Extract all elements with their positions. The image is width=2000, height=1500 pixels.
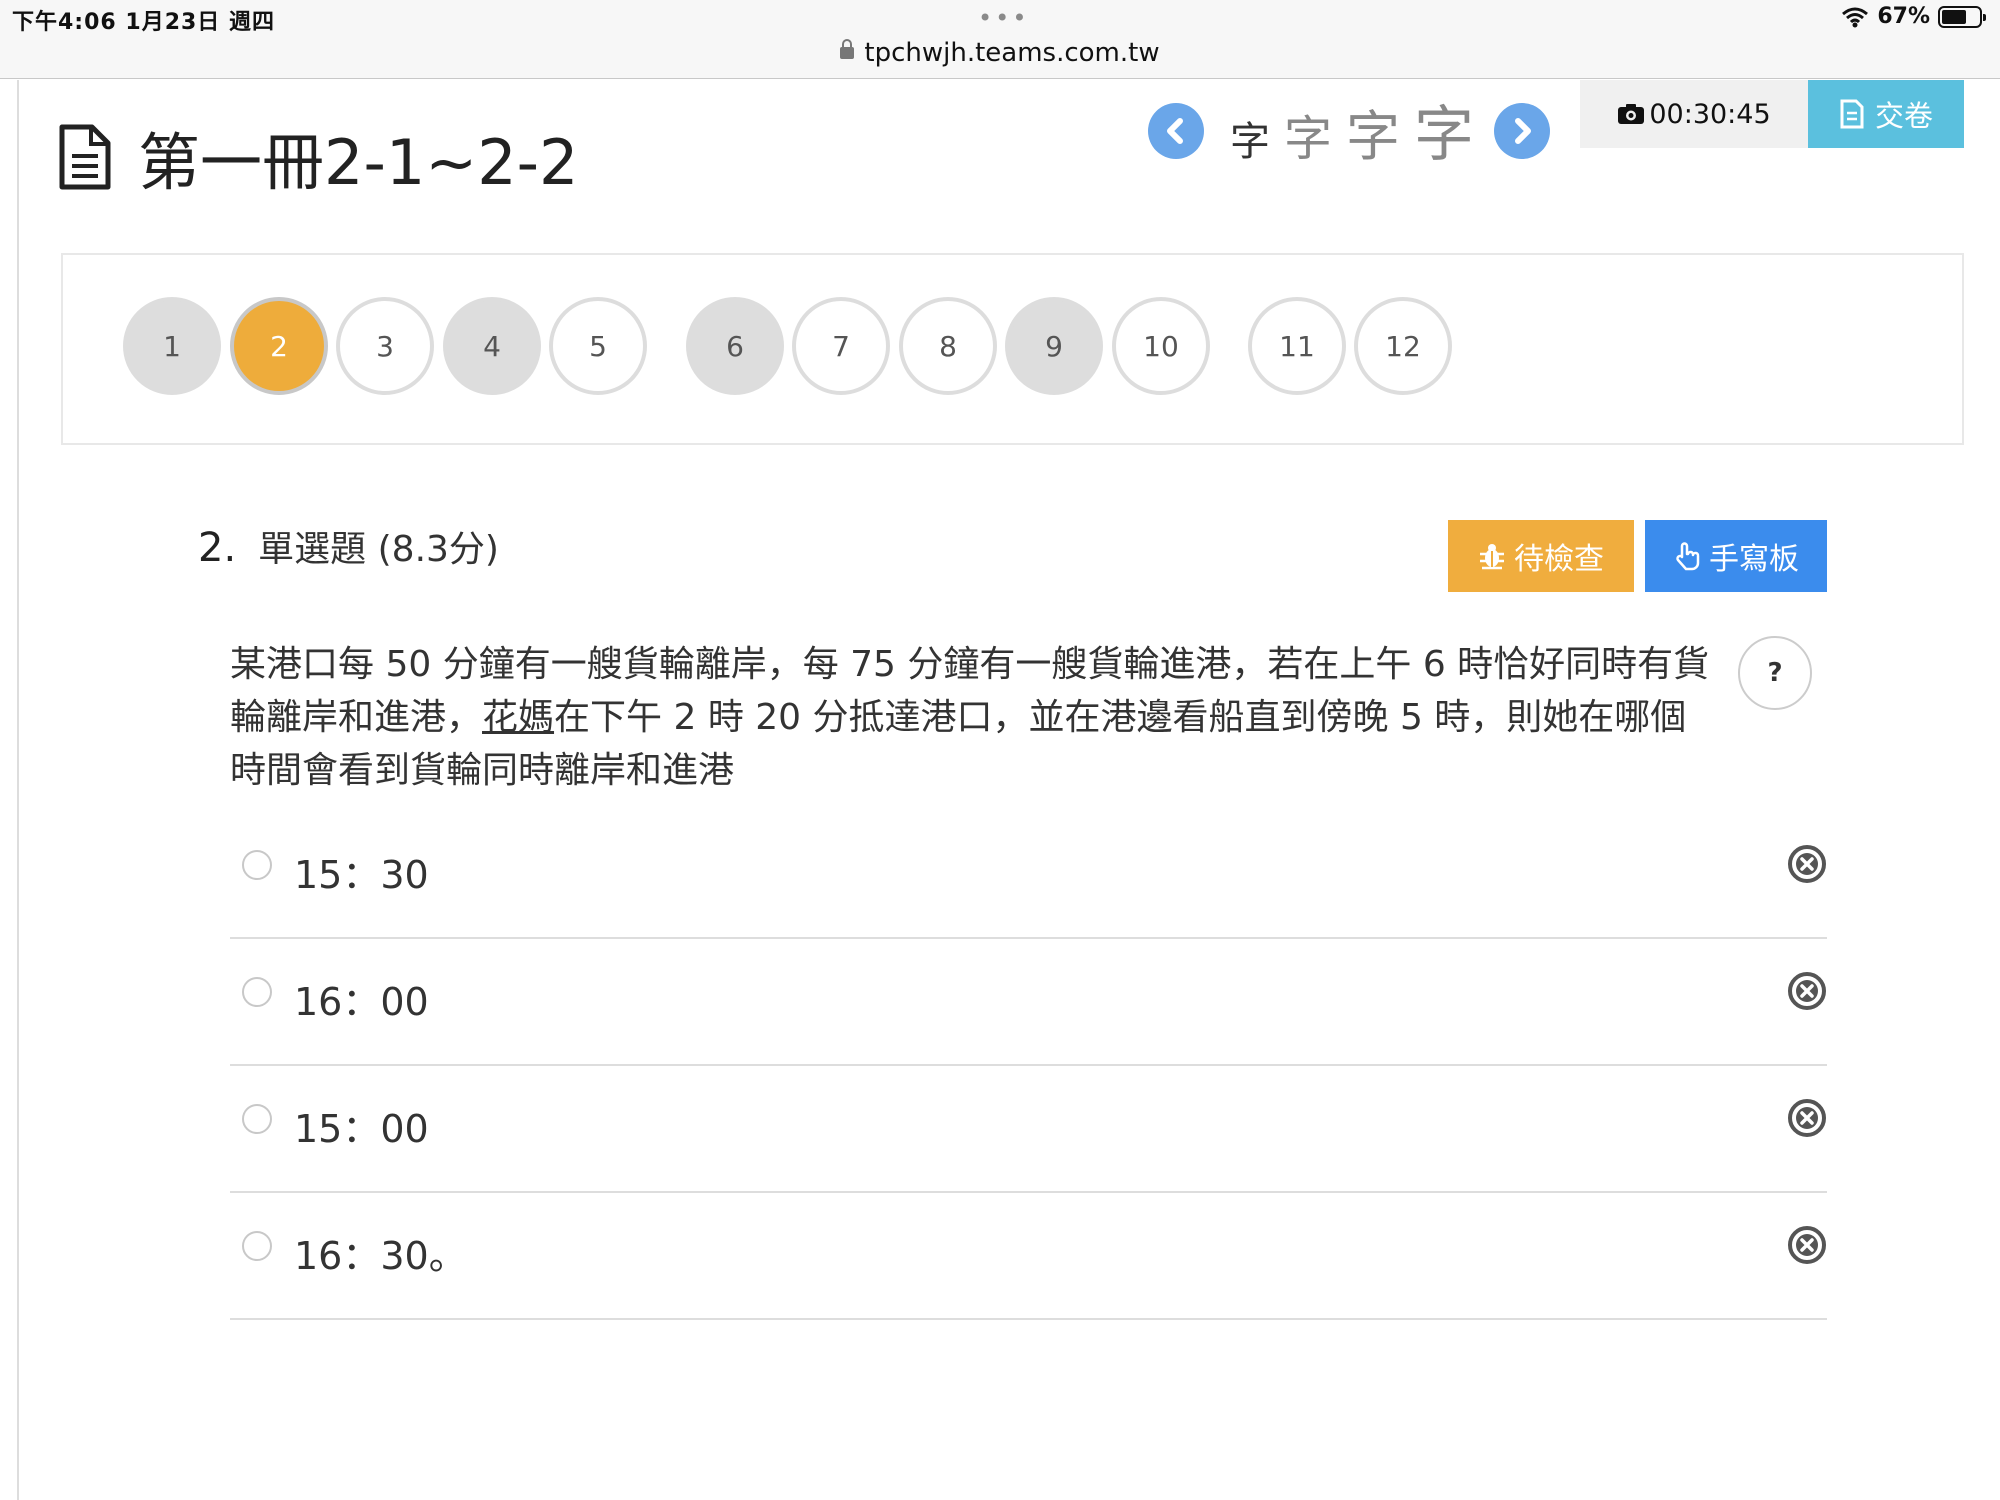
question-stem-name: 花媽 (482, 697, 555, 738)
option-label: 16：00 (294, 980, 429, 1024)
hand-pointer-icon (1676, 542, 1700, 571)
chevron-right-icon (1515, 118, 1531, 144)
exam-title-area: 第一冊2-1~2-2 (58, 112, 578, 202)
option-label: 16：30。 (294, 1234, 467, 1278)
question-number: 2. (198, 525, 237, 571)
eliminate-option-icon[interactable] (1787, 844, 1827, 884)
prev-question-button[interactable] (1148, 103, 1204, 159)
font-size-xlarge[interactable]: 字 (1414, 86, 1474, 173)
next-question-button[interactable] (1494, 103, 1550, 159)
question-nav-button[interactable]: 5 (549, 297, 647, 395)
answer-option[interactable]: 16：30。 (230, 1193, 1827, 1320)
submit-exam-button[interactable]: 交卷 (1808, 80, 1964, 148)
answer-option[interactable]: 16：00 (230, 939, 1827, 1066)
help-button[interactable]: ? (1738, 636, 1812, 710)
question-header: 2. 單選題 (8.3分) (198, 520, 499, 572)
option-radio[interactable] (242, 850, 272, 880)
more-dots-icon[interactable]: ••• (978, 4, 1029, 32)
lock-icon (840, 39, 855, 59)
handwrite-label: 手寫板 (1709, 542, 1799, 577)
page-title: 第一冊2-1~2-2 (138, 126, 579, 199)
eliminate-option-icon[interactable] (1787, 1225, 1827, 1265)
battery-percent: 67% (1877, 4, 1930, 29)
pending-label: 待檢查 (1514, 542, 1604, 577)
answer-option[interactable]: 15：00 (230, 1066, 1827, 1193)
document-icon (59, 124, 111, 190)
status-indicators: 67% (1841, 4, 1986, 29)
address-bar[interactable]: tpchwjh.teams.com.tw (0, 38, 2000, 68)
chevron-left-icon (1167, 118, 1183, 144)
font-size-large[interactable]: 字 (1346, 92, 1400, 171)
question-nav-button[interactable]: 4 (443, 297, 541, 395)
url-text: tpchwjh.teams.com.tw (864, 38, 1160, 68)
question-nav-button[interactable]: 2 (230, 297, 328, 395)
battery-icon (1938, 5, 1986, 28)
font-size-small[interactable]: 字 (1230, 109, 1270, 167)
browser-status-bar: 下午4:06 1月23日 週四 ••• tpchwjh.teams.com.tw… (0, 0, 2000, 79)
question-nav-button[interactable]: 9 (1005, 297, 1103, 395)
question-navigator: 1 2 3 4 5 6 7 8 9 10 11 12 (61, 253, 1964, 445)
option-radio[interactable] (242, 1104, 272, 1134)
eliminate-option-icon[interactable] (1787, 1098, 1827, 1138)
option-radio[interactable] (242, 1231, 272, 1261)
bug-icon (1480, 544, 1504, 570)
status-time: 下午4:06 1月23日 週四 (12, 10, 275, 35)
question-type: 單選題 (8.3分) (258, 529, 499, 570)
timer-text: 00:30:45 (1649, 98, 1771, 130)
option-label: 15：00 (294, 1107, 429, 1151)
font-size-medium[interactable]: 字 (1284, 99, 1332, 169)
eliminate-option-icon[interactable] (1787, 971, 1827, 1011)
question-nav-button[interactable]: 10 (1112, 297, 1210, 395)
question-nav-button[interactable]: 8 (899, 297, 997, 395)
font-size-selector: 字 字 字 字 (1230, 86, 1474, 173)
submit-label: 交卷 (1874, 99, 1933, 133)
question-nav-button[interactable]: 1 (123, 297, 221, 395)
question-nav-button[interactable]: 7 (792, 297, 890, 395)
option-radio[interactable] (242, 977, 272, 1007)
question-nav-button[interactable]: 3 (336, 297, 434, 395)
question-stem: 某港口每 50 分鐘有一艘貨輪離岸，每 75 分鐘有一艘貨輪進港，若在上午 6 … (230, 638, 1710, 797)
question-nav-button[interactable]: 11 (1248, 297, 1346, 395)
wifi-icon (1842, 7, 1869, 27)
mark-for-review-button[interactable]: 待檢查 (1448, 520, 1634, 592)
answer-option[interactable]: 15：30 (230, 812, 1827, 939)
exam-timer: 00:30:45 (1580, 80, 1808, 148)
handwriting-pad-button[interactable]: 手寫板 (1645, 520, 1827, 592)
question-nav-button[interactable]: 6 (686, 297, 784, 395)
page-left-border (17, 80, 19, 1500)
camera-icon (1618, 104, 1645, 124)
option-label: 15：30 (294, 853, 429, 897)
question-nav-button[interactable]: 12 (1354, 297, 1452, 395)
submit-document-icon (1840, 99, 1864, 129)
